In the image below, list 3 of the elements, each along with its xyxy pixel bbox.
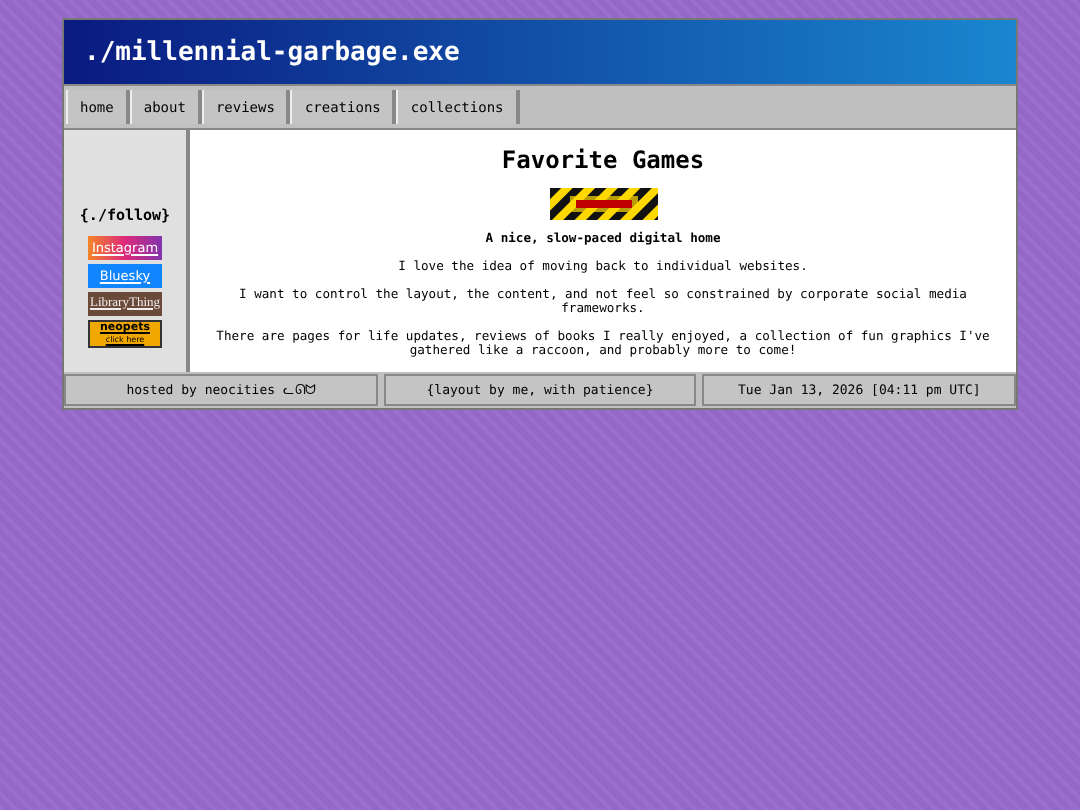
window-title: ./millennial-garbage.exe <box>64 20 1016 86</box>
page-heading: Favorite Games <box>499 146 707 174</box>
construction-banner-icon <box>549 188 657 220</box>
